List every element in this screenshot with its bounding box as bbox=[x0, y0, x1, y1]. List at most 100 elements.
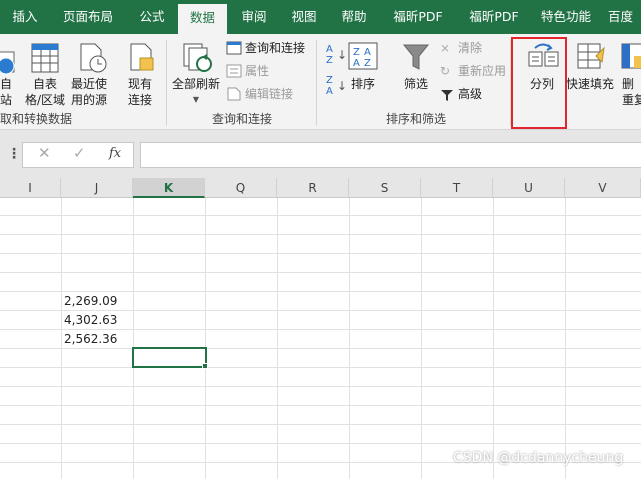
properties-icon bbox=[226, 64, 242, 78]
grid-row-line bbox=[0, 443, 641, 444]
flash-fill-icon bbox=[577, 43, 605, 69]
svg-text:A: A bbox=[364, 47, 371, 58]
more-options-icon[interactable]: ⋮ bbox=[7, 146, 21, 162]
flash-fill-button[interactable]: 快速填充 bbox=[566, 76, 614, 92]
grid-row-line bbox=[0, 291, 641, 292]
tab-help[interactable]: 帮助 bbox=[334, 0, 374, 34]
column-header-s[interactable]: S bbox=[349, 178, 421, 198]
existing-connections-icon bbox=[130, 43, 154, 71]
grid-row-line bbox=[0, 405, 641, 406]
tab-foxit-pdf-1[interactable]: 福昕PDF bbox=[385, 0, 451, 34]
recent-sources-button[interactable]: 最近使 用的源 bbox=[68, 76, 110, 108]
formula-buttons: ✕ ✓ fx bbox=[22, 142, 134, 168]
cancel-icon[interactable]: ✕ bbox=[38, 144, 51, 162]
queries-connections-icon bbox=[226, 41, 242, 55]
sort-button[interactable]: 排序 bbox=[345, 76, 381, 92]
web-globe-icon bbox=[0, 51, 15, 75]
sort-za-icon[interactable]: ZA bbox=[326, 75, 333, 97]
group-label-get-transform: 取和转换数据 bbox=[0, 112, 73, 126]
tab-view[interactable]: 视图 bbox=[284, 0, 324, 34]
remove-duplicates-button[interactable]: 删 重复 bbox=[622, 76, 641, 108]
grid-col-line bbox=[205, 198, 206, 479]
group-label-sort-filter: 排序和筛选 bbox=[386, 112, 447, 126]
refresh-all-icon bbox=[183, 43, 212, 72]
queries-connections-button[interactable]: 查询和连接 bbox=[245, 40, 305, 56]
from-web-label-2: 站 bbox=[0, 93, 13, 107]
tab-review[interactable]: 审阅 bbox=[234, 0, 274, 34]
svg-text:Z: Z bbox=[364, 58, 371, 69]
tab-special-features[interactable]: 特色功能 bbox=[535, 0, 597, 34]
formula-bar: ⋮ ✕ ✓ fx bbox=[0, 130, 641, 178]
refresh-all-label: 全部刷新 bbox=[171, 77, 220, 91]
filter-funnel-icon bbox=[402, 44, 430, 70]
grid-col-line bbox=[493, 198, 494, 479]
advanced-button[interactable]: 高级 bbox=[458, 86, 482, 102]
svg-text:A: A bbox=[353, 58, 360, 69]
grid-row-line bbox=[0, 215, 641, 216]
grid-col-line bbox=[277, 198, 278, 479]
fill-handle[interactable] bbox=[202, 363, 208, 369]
existing-connections-label-1: 现有 bbox=[127, 77, 152, 91]
recent-sources-label-2: 用的源 bbox=[70, 93, 107, 107]
column-header-i[interactable]: I bbox=[0, 178, 61, 198]
grid-col-line bbox=[421, 198, 422, 479]
name-box[interactable]: ⋮ bbox=[0, 142, 21, 168]
edit-links-button[interactable]: 编辑链接 bbox=[245, 86, 293, 102]
from-table-label-2: 格/区域 bbox=[24, 93, 66, 107]
grid-row-line bbox=[0, 329, 641, 330]
column-header-k[interactable]: K bbox=[133, 178, 205, 198]
insert-function-icon[interactable]: fx bbox=[109, 146, 121, 161]
watermark-text: CSDN @dcdannycheung bbox=[453, 450, 624, 466]
column-header-q[interactable]: Q bbox=[205, 178, 277, 198]
grid-col-line bbox=[61, 198, 62, 479]
grid-row-line bbox=[0, 348, 641, 349]
remove-duplicates-icon bbox=[621, 43, 641, 69]
column-header-v[interactable]: V bbox=[565, 178, 641, 198]
existing-connections-label-2: 连接 bbox=[127, 93, 152, 107]
from-web-button[interactable]: 自 站 bbox=[0, 76, 12, 108]
filter-button[interactable]: 筛选 bbox=[396, 76, 436, 92]
reapply-button[interactable]: 重新应用 bbox=[458, 63, 506, 79]
column-header-u[interactable]: U bbox=[493, 178, 565, 198]
tab-formulas[interactable]: 公式 bbox=[132, 0, 172, 34]
properties-button[interactable]: 属性 bbox=[245, 63, 269, 79]
column-header-r[interactable]: R bbox=[277, 178, 349, 198]
tab-data[interactable]: 数据 bbox=[178, 4, 227, 34]
column-header-t[interactable]: T bbox=[421, 178, 493, 198]
clear-button[interactable]: 清除 bbox=[458, 40, 482, 56]
column-header-j[interactable]: J bbox=[61, 178, 133, 198]
sort-dialog-icon: Z A A Z bbox=[348, 42, 378, 70]
cell-j-value-3[interactable]: 2,562.36 bbox=[64, 332, 117, 346]
active-cell-selection[interactable] bbox=[132, 347, 207, 368]
grid-col-line bbox=[349, 198, 350, 479]
worksheet-grid[interactable]: 2,269.09 4,302.63 2,562.36 bbox=[0, 198, 641, 479]
existing-connections-button[interactable]: 现有 连接 bbox=[120, 76, 160, 108]
cell-j-value-2[interactable]: 4,302.63 bbox=[64, 313, 117, 327]
clear-filter-icon: ⨯ bbox=[440, 41, 451, 55]
tab-baidu[interactable]: 百度 bbox=[608, 0, 641, 34]
grid-row-line bbox=[0, 367, 641, 368]
ribbon-tab-bar: 插入 页面布局 公式 数据 审阅 视图 帮助 福昕PDF 福昕PDF 特色功能 … bbox=[0, 0, 641, 34]
grid-row-line bbox=[0, 272, 641, 273]
from-web-label-1: 自 bbox=[0, 77, 13, 91]
refresh-all-button[interactable]: 全部刷新 ▼ bbox=[170, 76, 222, 108]
grid-row-line bbox=[0, 386, 641, 387]
advanced-filter-icon bbox=[441, 90, 453, 101]
grid-col-line bbox=[565, 198, 566, 479]
grid-row-line bbox=[0, 253, 641, 254]
from-table-range-button[interactable]: 自表 格/区域 bbox=[22, 76, 68, 108]
chevron-down-icon: ▼ bbox=[192, 95, 200, 104]
tab-page-layout[interactable]: 页面布局 bbox=[58, 0, 118, 34]
cell-j-value-1[interactable]: 2,269.09 bbox=[64, 294, 117, 308]
text-to-columns-highlight bbox=[511, 37, 567, 129]
group-separator bbox=[316, 40, 317, 126]
table-range-icon bbox=[31, 43, 59, 73]
enter-icon[interactable]: ✓ bbox=[73, 144, 86, 162]
tab-foxit-pdf-2[interactable]: 福昕PDF bbox=[461, 0, 527, 34]
sort-arrow-down-icon: ↓ bbox=[337, 48, 348, 62]
tab-insert[interactable]: 插入 bbox=[8, 0, 42, 34]
edit-links-icon bbox=[227, 87, 241, 101]
remove-duplicates-label-2: 重复 bbox=[622, 93, 641, 107]
formula-input[interactable] bbox=[140, 142, 641, 168]
sort-az-icon[interactable]: AZ bbox=[326, 44, 333, 66]
